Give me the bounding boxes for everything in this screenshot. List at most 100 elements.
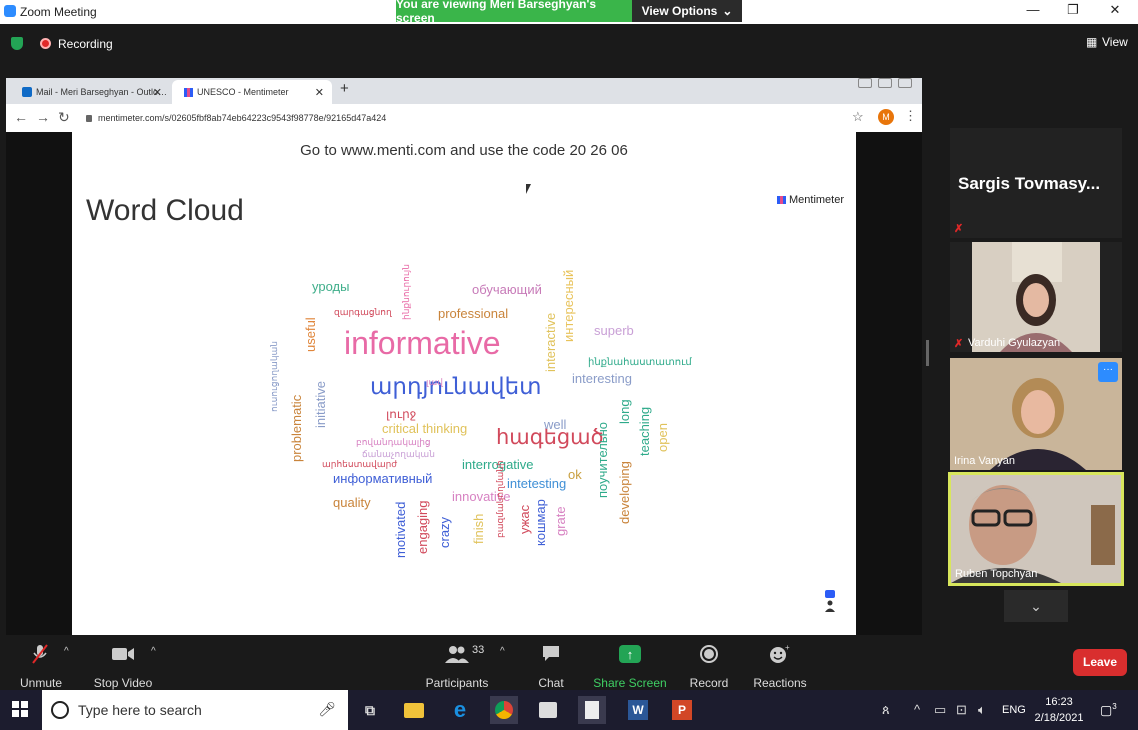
volume-icon[interactable]: 🔈︎	[978, 702, 986, 718]
word-cloud-word: ուսուցողական	[269, 341, 279, 412]
profile-avatar[interactable]: M	[878, 109, 894, 125]
word-cloud-word: professional	[438, 306, 509, 321]
store-icon[interactable]	[534, 696, 562, 724]
chrome-icon[interactable]	[490, 696, 518, 724]
file-explorer-icon[interactable]	[400, 696, 428, 724]
minimize-button[interactable]: —	[1018, 2, 1048, 20]
video-camera-icon[interactable]	[111, 644, 135, 664]
participants-options-caret[interactable]: ^	[500, 646, 505, 657]
new-tab-button[interactable]: +	[340, 80, 349, 97]
stop-video-button[interactable]: Stop Video	[78, 676, 168, 690]
close-tab-icon[interactable]: ✕	[315, 86, 324, 99]
lock-icon	[86, 114, 92, 122]
zoom-logo-icon	[4, 5, 16, 17]
grid-view-icon[interactable]: ▦	[1086, 35, 1097, 49]
word-cloud-word: ужас	[517, 504, 532, 534]
browser-restore-icon[interactable]	[878, 78, 892, 88]
word-cloud-word: обучающий	[472, 282, 542, 297]
microphone-icon[interactable]: 🎤︎	[318, 701, 336, 718]
view-button[interactable]: View	[1102, 35, 1128, 49]
tab-label: UNESCO - Mentimeter	[197, 87, 289, 97]
word-cloud-word: crazy	[437, 516, 452, 548]
outlook-icon	[22, 87, 32, 97]
battery-icon[interactable]: ▭	[934, 702, 946, 718]
share-screen-button[interactable]: Share Screen	[585, 676, 675, 690]
mentimeter-slide: Go to www.menti.com and use the code 20 …	[72, 132, 856, 635]
word-cloud-word: developing	[617, 461, 632, 524]
participant-video	[972, 242, 1100, 352]
shield-icon[interactable]	[11, 37, 23, 50]
view-options-button[interactable]: View Options ⌄	[632, 0, 742, 22]
powerpoint-icon[interactable]: P	[668, 696, 696, 724]
file-icon[interactable]	[578, 696, 606, 724]
browser-close-icon[interactable]	[898, 78, 912, 88]
scroll-down-button[interactable]: ⌄	[1004, 590, 1068, 622]
word-cloud-word: motivated	[393, 501, 408, 558]
chat-button[interactable]: Chat	[506, 676, 596, 690]
word-cloud-word: բազմակողմանի	[495, 460, 505, 538]
participants-icon[interactable]	[445, 644, 469, 664]
taskbar-search-box[interactable]: Type here to search 🎤︎	[42, 690, 348, 730]
share-screen-icon[interactable]: ↑	[618, 644, 642, 664]
participant-name: Sargis Tovmasy...	[958, 174, 1101, 193]
participant-tile[interactable]: Irina Vanyan	[950, 358, 1122, 470]
mouse-cursor-icon	[526, 184, 531, 194]
word-cloud-word: well	[544, 417, 567, 432]
mic-muted-icon[interactable]	[28, 644, 52, 664]
cortana-icon	[51, 701, 69, 719]
reload-icon[interactable]: ↻	[58, 109, 70, 126]
word-cloud-word: open	[655, 423, 670, 452]
word-cloud-word: զարգացնող	[334, 307, 392, 317]
url-field[interactable]: mentimeter.com/s/02605fbf8ab74eb64223c95…	[86, 108, 846, 128]
word-cloud-word: ok	[568, 467, 582, 482]
language-indicator[interactable]: ENG	[1002, 704, 1026, 716]
network-icon[interactable]: ⊡	[956, 702, 967, 718]
browser-tab-mentimeter[interactable]: UNESCO - Mentimeter ✕	[172, 80, 332, 104]
window-title: Zoom Meeting	[20, 5, 97, 19]
word-icon[interactable]: W	[624, 696, 652, 724]
word-cloud-word: արհեստավարժ	[322, 459, 398, 469]
forward-arrow-icon[interactable]: →	[36, 109, 50, 125]
word-cloud-word: интересный	[561, 269, 576, 342]
participants-button[interactable]: Participants	[412, 676, 502, 690]
bookmark-star-icon[interactable]: ☆	[852, 109, 864, 125]
more-options-icon[interactable]: ···	[1098, 362, 1118, 382]
chevron-up-icon[interactable]: ^	[914, 702, 920, 717]
unmute-button[interactable]: Unmute	[0, 676, 86, 690]
audio-options-caret[interactable]: ^	[64, 646, 69, 657]
browser-minimize-icon[interactable]	[858, 78, 872, 88]
word-cloud-word: teaching	[637, 406, 652, 456]
word-cloud-word: кошмар	[533, 499, 548, 546]
back-arrow-icon[interactable]: ←	[14, 109, 28, 125]
notifications-icon[interactable]: ▢3	[1100, 702, 1117, 718]
close-tab-icon[interactable]: ✕	[153, 86, 162, 99]
panel-splitter[interactable]	[926, 340, 929, 366]
leave-button[interactable]: Leave	[1073, 649, 1127, 676]
meeting-top-strip	[0, 24, 1138, 68]
word-cloud-word: problematic	[289, 394, 304, 462]
participant-tile-active-speaker[interactable]: Ruben Topchyan	[948, 472, 1124, 586]
close-button[interactable]: ✕	[1100, 2, 1130, 20]
word-cloud-word: intetesting	[507, 476, 567, 491]
participant-tile[interactable]: ✗ Varduhi Gyulazyan	[950, 242, 1122, 352]
view-options-label: View Options	[641, 4, 718, 18]
chat-icon[interactable]	[539, 644, 563, 664]
edge-icon[interactable]: e	[446, 696, 474, 724]
taskbar-clock[interactable]: 16:23 2/18/2021	[1028, 694, 1090, 726]
word-cloud-word: long	[617, 399, 632, 424]
word-cloud-word: informative	[344, 325, 501, 361]
restore-button[interactable]: ❐	[1058, 2, 1088, 20]
reactions-button[interactable]: Reactions	[735, 676, 825, 690]
record-icon[interactable]	[697, 644, 721, 664]
windows-start-icon[interactable]	[12, 701, 28, 717]
word-cloud-word: quality	[333, 495, 371, 510]
video-options-caret[interactable]: ^	[151, 646, 156, 657]
task-view-icon[interactable]: ⧉	[356, 696, 384, 724]
participant-tile[interactable]: Sargis Tovmasy... ✗	[950, 128, 1122, 238]
address-bar-row: ← → ↻ mentimeter.com/s/02605fbf8ab74eb64…	[6, 104, 922, 132]
browser-menu-icon[interactable]: ⋮	[904, 108, 917, 124]
browser-tab-mail[interactable]: Mail - Meri Barseghyan - Outlo… ✕	[10, 80, 170, 104]
people-icon[interactable]: ጰ	[882, 702, 890, 718]
participant-video	[950, 358, 1122, 470]
reactions-icon[interactable]: +	[768, 644, 792, 664]
